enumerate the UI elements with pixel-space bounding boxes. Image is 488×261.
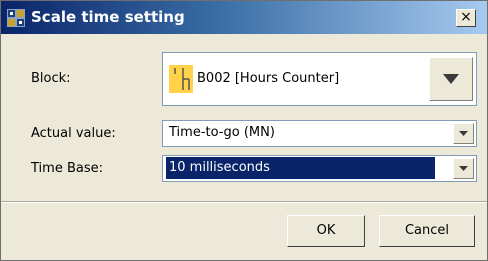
- cancel-button[interactable]: Cancel: [379, 215, 475, 247]
- time-base-label: Time Base:: [31, 161, 103, 176]
- ok-button[interactable]: OK: [287, 215, 365, 247]
- block-value: B002 [Hours Counter]: [197, 71, 340, 86]
- block-dropdown-button[interactable]: [429, 57, 473, 101]
- actual-value-dropdown-button[interactable]: [453, 123, 474, 144]
- title-bar[interactable]: Scale time setting ×: [1, 1, 487, 34]
- dialog-title: Scale time setting: [31, 8, 185, 26]
- time-base-dropdown-button[interactable]: [453, 158, 474, 179]
- block-select[interactable]: B002 [Hours Counter]: [162, 52, 477, 106]
- divider: [1, 201, 487, 203]
- time-base-text: 10 milliseconds: [166, 157, 435, 179]
- chevron-down-icon: [459, 131, 468, 136]
- app-blocks-icon: [7, 9, 25, 27]
- time-base-select[interactable]: 10 milliseconds: [162, 155, 477, 182]
- chevron-down-icon: [443, 74, 459, 84]
- actual-value-select[interactable]: Time-to-go (MN): [162, 120, 477, 147]
- hours-counter-block-icon: [169, 65, 193, 93]
- close-icon: ×: [460, 9, 472, 25]
- actual-value-label: Actual value:: [31, 126, 116, 141]
- chevron-down-icon: [459, 166, 468, 171]
- scale-time-setting-dialog: Scale time setting × Block: B002 [Hours …: [0, 0, 488, 261]
- actual-value-text: Time-to-go (MN): [169, 125, 275, 140]
- block-label: Block:: [31, 71, 71, 86]
- close-button[interactable]: ×: [456, 9, 476, 27]
